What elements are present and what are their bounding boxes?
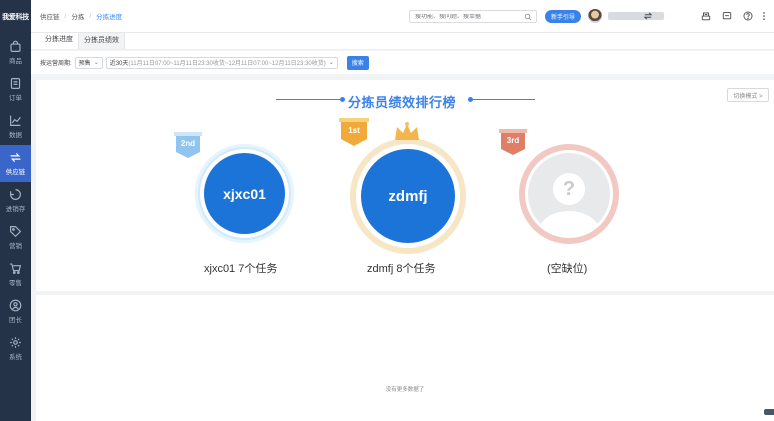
bag-icon [10, 40, 21, 52]
guide-button[interactable]: 新手引导 [545, 10, 581, 23]
tab-sorter-performance[interactable]: 分拣员绩效 [78, 32, 125, 49]
gear-icon [10, 337, 21, 348]
avatar[interactable] [588, 9, 602, 23]
breadcrumb-separator: / [89, 12, 92, 20]
sidebar-item-label: 系统 [9, 354, 22, 361]
chevron-down-icon: ⌄ [93, 60, 99, 66]
breadcrumb: 供应链 / 分拣 / 分拣进度 [40, 11, 123, 22]
search-input[interactable] [415, 13, 523, 20]
filter-label: 按运营周期: [40, 61, 72, 67]
sidebar-item-label: 零售 [9, 280, 22, 287]
display-mode-button[interactable]: 切换模式 > [727, 88, 769, 102]
rank-badge-1st: 1st [339, 118, 369, 146]
rank-badge-3rd: 3rd [499, 129, 527, 155]
sidebar-item-inventory[interactable]: 进销存 [0, 182, 31, 219]
rank-caption-3rd: (空缺位) [547, 263, 588, 275]
no-more-data-text: 没有更多数据了 [385, 387, 425, 393]
page-title: 分拣员绩效排行榜 [348, 95, 457, 110]
sidebar-item-label: 营销 [9, 243, 22, 250]
breadcrumb-item[interactable]: 供应链 [40, 11, 60, 21]
sidebar-item-label: 供应链 [5, 169, 26, 176]
message-icon[interactable] [722, 11, 732, 21]
search-button[interactable]: 搜索 [346, 55, 369, 70]
sidebar-item-label: 订单 [9, 95, 22, 102]
sidebar-item-data[interactable]: 数据 [0, 108, 31, 145]
person-icon [9, 299, 22, 312]
title-dot-left [340, 97, 345, 102]
presale-select-value: 预售 [78, 61, 91, 67]
breadcrumb-current: 分拣进度 [96, 14, 123, 21]
sidebar-item-leader[interactable]: 团长 [0, 293, 31, 330]
ranking-panel: 分拣员绩效排行榜 切换模式 > xjxc01 2nd xjxc01 7个任务 z… [36, 80, 774, 291]
global-search[interactable] [409, 10, 537, 23]
rank-badge-text: 1st [348, 126, 360, 135]
presale-select[interactable]: 预售 ⌄ [74, 56, 103, 69]
search-icon[interactable] [524, 13, 532, 21]
breadcrumb-item[interactable]: 分拣 [71, 11, 84, 21]
sidebar-item-goods[interactable]: 商品 [0, 34, 31, 71]
sidebar-item-orders[interactable]: 订单 [0, 71, 31, 108]
order-icon [10, 78, 21, 89]
tab-sorting-progress[interactable]: 分拣进度 [40, 32, 78, 49]
sidebar-item-supply-chain[interactable]: 供应链 [0, 145, 31, 182]
rank-caption-2nd: xjxc01 7个任务 [204, 263, 278, 275]
list-area: 没有更多数据了 [36, 295, 774, 421]
title-line-right [470, 99, 535, 100]
app-root: 我爱科技 商品 订单 数据 供应链 进销存 营销 零售 团长 系统 供应链 / … [0, 0, 774, 421]
rank-badge-text: 3rd [506, 136, 520, 145]
sidebar: 我爱科技 商品 订单 数据 供应链 进销存 营销 零售 团长 系统 [0, 0, 31, 421]
title-line-left [276, 99, 344, 100]
crown-icon [395, 122, 419, 140]
tag-icon [10, 226, 22, 238]
logo: 我爱科技 [2, 14, 29, 21]
rank-avatar-2nd[interactable]: xjxc01 [204, 153, 285, 234]
sidebar-item-label: 进销存 [5, 206, 26, 213]
supply-chain-icon [10, 153, 21, 162]
filter-bar: 按运营周期: 预售 ⌄ 近30天 (11月11日07:00~11月11日23:3… [31, 51, 774, 74]
rank-avatar-3rd: ? [528, 153, 610, 235]
rank-badge-text: 2nd [180, 139, 196, 148]
sidebar-item-label: 数据 [9, 132, 22, 139]
side-toggle-handle[interactable] [764, 409, 774, 415]
more-icon[interactable] [759, 11, 769, 21]
rank-caption-1st: zdmfj 8个任务 [367, 263, 436, 275]
question-mark: ? [562, 177, 576, 200]
ranking-title-row: 分拣员绩效排行榜 [36, 91, 774, 110]
sidebar-item-label: 团长 [9, 317, 22, 324]
period-select-detail: (11月11日07:00~11月11日23:30收货~12月11日07:00~1… [128, 61, 326, 67]
sidebar-item-marketing[interactable]: 营销 [0, 219, 31, 256]
switch-icon[interactable] [643, 11, 653, 21]
top-header: 供应链 / 分拣 / 分拣进度 新手引导 [31, 0, 774, 33]
chevron-down-icon: ⌄ [328, 60, 334, 66]
period-select-value: 近30天 [109, 61, 129, 67]
rank-badge-2nd: 2nd [174, 132, 202, 158]
help-icon[interactable] [743, 11, 753, 21]
sidebar-item-label: 商品 [9, 58, 22, 65]
sidebar-item-retail[interactable]: 零售 [0, 256, 31, 293]
breadcrumb-separator: / [64, 12, 67, 20]
sidebar-item-system[interactable]: 系统 [0, 330, 31, 367]
page-tabs: 分拣进度 分拣员绩效 [31, 32, 774, 50]
chart-icon [10, 115, 21, 126]
user-name-redacted [608, 12, 664, 20]
period-select[interactable]: 近30天 (11月11日07:00~11月11日23:30收货~12月11日07… [105, 56, 338, 69]
rank-avatar-1st[interactable]: zdmfj [361, 149, 455, 243]
cart-icon [10, 263, 22, 274]
inventory-icon [10, 189, 21, 200]
cashier-icon[interactable] [701, 11, 711, 21]
